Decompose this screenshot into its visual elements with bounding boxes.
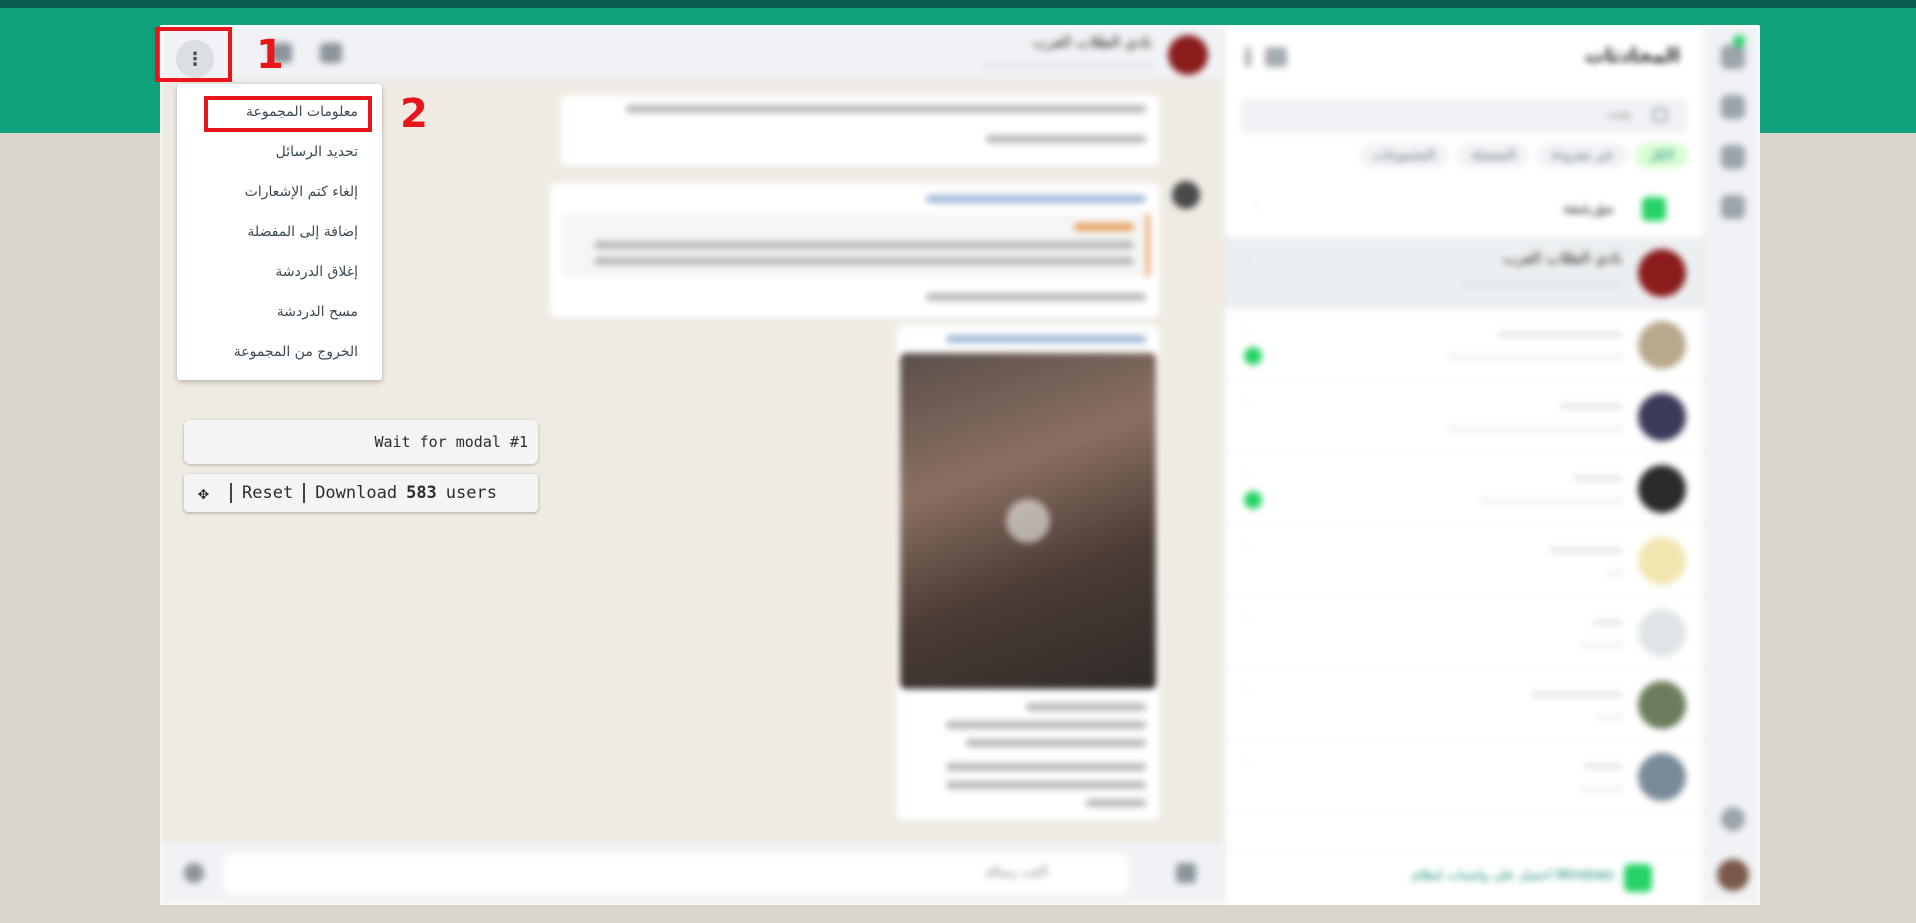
navigation-rail [1704, 25, 1760, 905]
settings-icon[interactable] [1721, 807, 1745, 831]
archived-label: مؤرشفة [1562, 199, 1614, 217]
conversation-header[interactable]: نادي الطلاب العرب ......................… [160, 25, 1224, 81]
menu-item-unmute-notifications[interactable]: إلغاء كتم الإشعارات [177, 172, 382, 212]
menu-item-select-messages[interactable]: تحديد الرسائل [177, 132, 382, 172]
mic-icon[interactable] [184, 863, 204, 883]
download-app-banner[interactable]: احصل على واتساب لنظام Windows [1224, 851, 1704, 905]
step-1-label: 1 [256, 32, 284, 78]
menu-item-close-chat[interactable]: إغلاق الدردشة [177, 252, 382, 292]
video-thumbnail[interactable] [900, 353, 1156, 689]
highlight-box-step-1 [155, 27, 232, 82]
chat-row[interactable]: ............. ..........................… [1224, 381, 1704, 453]
highlight-box-step-2 [204, 96, 372, 132]
toolbar-divider [303, 483, 306, 503]
unread-dot [1733, 35, 1745, 47]
download-label: Download [315, 483, 398, 503]
message-composer: اكتب رسالة [160, 843, 1224, 905]
extension-status: Wait for modal #1 [184, 420, 538, 464]
reset-button[interactable]: Reset [242, 483, 293, 503]
chat-row[interactable]: ........ .......... · [1224, 741, 1704, 813]
step-2-label: 2 [400, 91, 428, 137]
message-placeholder: اكتب رسالة [985, 865, 1048, 880]
extension-status-text: Wait for modal #1 [374, 433, 528, 451]
download-app-text: احصل على واتساب لنظام Windows [1411, 868, 1614, 883]
message-bubble[interactable] [560, 95, 1160, 167]
archived-count: · [1256, 199, 1261, 214]
filter-chips: الكل غير مقروءة المفضلة المجموعات [1359, 143, 1688, 168]
communities-icon[interactable] [1721, 195, 1745, 219]
user-count: 583 [406, 483, 437, 503]
chat-row[interactable]: ...... .......... · [1224, 597, 1704, 669]
whatsapp-window: نادي الطلاب العرب ......................… [160, 25, 1760, 905]
video-message-bubble[interactable] [896, 325, 1160, 821]
chip-groups[interactable]: المجموعات [1359, 143, 1450, 168]
search-icon [1652, 107, 1668, 123]
profile-avatar[interactable] [1717, 859, 1749, 891]
conversation-members: ........................................… [984, 57, 1152, 70]
chat-row[interactable]: .......... .............................… [1224, 453, 1704, 525]
new-chat-icon[interactable] [1265, 47, 1287, 67]
extension-toolbar: ✥ Reset Download 583 users [184, 474, 538, 512]
message-input[interactable]: اكتب رسالة [224, 853, 1128, 895]
windows-app-icon [1624, 864, 1652, 892]
search-placeholder: بحث [1607, 107, 1632, 122]
chat-row[interactable]: ............... .... · [1224, 525, 1704, 597]
blurred-background: نادي الطلاب العرب ......................… [160, 25, 1760, 905]
play-icon[interactable] [1006, 499, 1050, 543]
search-input[interactable]: بحث [1240, 99, 1688, 133]
channels-icon[interactable] [1721, 145, 1745, 169]
menu-item-exit-group[interactable]: الخروج من المجموعة [177, 332, 382, 372]
toolbar-divider [230, 483, 232, 503]
chat-row[interactable]: ................... ...... · [1224, 669, 1704, 741]
conversation-title: نادي الطلاب العرب [1032, 33, 1152, 51]
message-bubble[interactable] [550, 183, 1160, 319]
chip-unread[interactable]: غير مقروءة [1537, 143, 1628, 168]
menu-item-add-to-favorites[interactable]: إضافة إلى المفضلة [177, 212, 382, 252]
chat-list-header: المحادثات [1225, 25, 1704, 89]
video-call-icon[interactable] [320, 43, 342, 63]
chat-list-title: المحادثات [1584, 43, 1680, 67]
status-icon[interactable] [1721, 95, 1745, 119]
chip-all[interactable]: الكل [1635, 143, 1688, 168]
download-users-button[interactable]: Download 583 users [315, 483, 497, 503]
archive-icon [1642, 197, 1666, 221]
archived-row[interactable]: مؤرشفة · [1224, 185, 1704, 233]
sender-avatar[interactable] [1172, 181, 1200, 209]
group-avatar[interactable] [1168, 35, 1208, 75]
plus-icon[interactable] [1176, 863, 1196, 883]
chat-row[interactable]: .......................... .............… [1224, 309, 1704, 381]
move-handle-icon[interactable]: ✥ [198, 483, 220, 504]
chip-favorites[interactable]: المفضلة [1457, 143, 1530, 168]
chat-rows: نادي الطلاب العرب ......................… [1224, 237, 1704, 813]
menu-icon[interactable] [1245, 47, 1251, 67]
chat-row[interactable]: نادي الطلاب العرب ......................… [1224, 237, 1704, 309]
chat-list-panel: المحادثات بحث الكل غير مقروءة المفضلة ال… [1224, 25, 1704, 905]
users-label: users [445, 483, 497, 503]
menu-item-clear-chat[interactable]: مسح الدردشة [177, 292, 382, 332]
chats-icon[interactable] [1721, 45, 1745, 69]
